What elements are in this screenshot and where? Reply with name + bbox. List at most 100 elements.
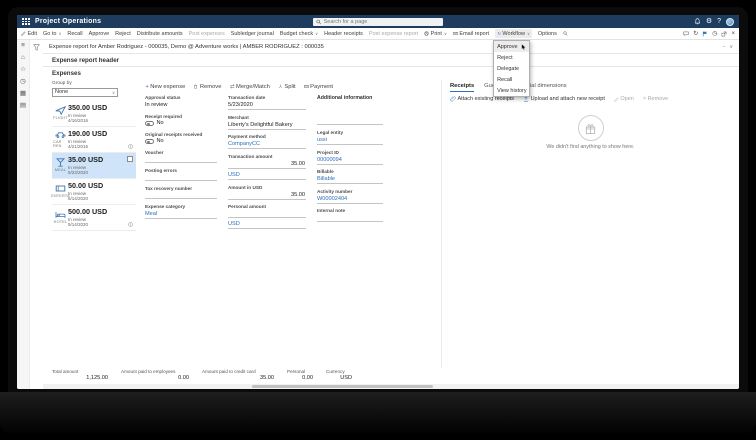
flag-icon[interactable] [702, 31, 708, 37]
popout-icon[interactable] [721, 31, 727, 37]
gear-icon[interactable]: ⚙ [706, 18, 712, 25]
car-rental-icon [55, 130, 66, 139]
app-launcher-waffle-icon[interactable] [22, 18, 30, 25]
subledger-journal-button[interactable]: Subledger journal [231, 31, 274, 37]
expense-list-panel: Group by None ∨ FLIGHT 350.00 USD In rev… [52, 80, 136, 368]
action-search-button[interactable] [563, 31, 568, 36]
merge-match-button[interactable]: ⇄Merge/Match [229, 84, 269, 90]
receipt-required-toggle[interactable]: No [145, 120, 217, 128]
print-icon [424, 31, 429, 36]
tax-recovery-input[interactable] [145, 192, 217, 200]
remove-expense-button[interactable]: Remove [193, 84, 221, 90]
home-icon[interactable]: ⌂ [21, 54, 25, 61]
user-avatar[interactable] [726, 18, 734, 26]
horizontal-scrollbar[interactable] [43, 384, 739, 389]
tab-receipts[interactable]: Receipts [450, 83, 474, 92]
project-id-input[interactable]: 00000094 [317, 156, 383, 165]
field-payment-method: Payment method CompanyCC [228, 134, 306, 149]
distribute-amounts-button[interactable]: Distribute amounts [137, 31, 183, 37]
internal-note-input[interactable] [317, 214, 383, 222]
field-posting-errors: Posting errors [145, 168, 217, 182]
posting-errors-input[interactable] [145, 174, 217, 182]
modules-list-icon[interactable]: ▤ [20, 102, 26, 109]
filter-funnel-icon[interactable] [33, 44, 40, 51]
group-by-select[interactable]: None ∨ [52, 88, 118, 97]
field-receipt-required: Receipt required No [145, 114, 217, 128]
billable-input[interactable]: Billable [317, 175, 383, 184]
totals-row: Total amount 1,125.00 Amount paid to emp… [43, 368, 739, 384]
info-icon[interactable] [128, 144, 133, 149]
workflow-menu-approve[interactable]: Approve [494, 41, 529, 52]
workflow-menu-view-history[interactable]: View history [494, 85, 529, 96]
help-icon[interactable]: ? [717, 18, 721, 25]
email-report-button[interactable]: Email report [453, 31, 489, 37]
minimize-icon[interactable]: – [723, 44, 726, 50]
empty-state-text: We didn't find anything to show here. [546, 144, 634, 150]
workflow-button[interactable]: ↻ Workflow∨ Approve Reject Delegate Reca… [495, 29, 532, 38]
history-clock-icon[interactable]: ◷ [712, 31, 717, 37]
expense-card-flight[interactable]: FLIGHT 350.00 USD In review 4/16/2016 [52, 101, 136, 127]
voucher-input[interactable] [145, 156, 217, 164]
original-receipts-toggle[interactable]: No [145, 138, 217, 146]
workflow-menu-reject[interactable]: Reject [494, 52, 529, 63]
card-checkbox[interactable] [127, 156, 133, 162]
payment-method-input[interactable]: CompanyCC [228, 140, 306, 149]
comment-icon[interactable] [683, 31, 689, 37]
search-input[interactable] [324, 19, 440, 25]
merchant-input[interactable]: Liberty's Delightful Bakery [228, 121, 306, 130]
receipts-panel: Receipts Guests Financial dimensions Att… [441, 80, 739, 368]
close-icon[interactable]: × [731, 31, 735, 37]
amount-in-usd-input[interactable]: 35.00 [228, 191, 306, 200]
budget-check-button[interactable]: Budget check∨ [280, 31, 318, 37]
workspaces-grid-icon[interactable]: ▦ [20, 90, 26, 97]
personal-amount-input[interactable] [228, 210, 306, 218]
print-button[interactable]: Print∨ [424, 31, 447, 37]
reject-button[interactable]: Reject [115, 31, 131, 37]
expense-card-hotel[interactable]: HOTEL 500.00 USD In review 5/14/2020 [52, 205, 136, 231]
merge-icon: ⇄ [230, 84, 235, 90]
expense-card-car-rental[interactable]: CAR REN 190.00 USD In review 4/21/2016 [52, 127, 136, 153]
total-amount-column: Total amount 1,125.00 [52, 369, 108, 381]
scrollbar-thumb[interactable] [252, 385, 433, 388]
legal-entity-input[interactable]: ussi [317, 136, 383, 145]
recall-button[interactable]: Recall [67, 31, 82, 37]
expense-report-header-section[interactable]: Expense report header [43, 53, 739, 67]
split-button[interactable]: Split [278, 84, 296, 90]
top-navbar: Project Operations ⚙ ? [17, 15, 739, 28]
workflow-menu-delegate[interactable]: Delegate [494, 63, 529, 74]
personal-currency-input[interactable]: USD [228, 220, 306, 229]
transaction-date-input[interactable]: 5/23/2020 [228, 101, 306, 110]
options-button[interactable]: Options [538, 31, 557, 37]
favorites-star-icon[interactable]: ☆ [20, 66, 26, 73]
upload-attach-receipt-button[interactable]: Upload and attach new receipt [523, 96, 605, 102]
expense-category-input[interactable]: Meal [145, 210, 217, 219]
edit-button[interactable]: Edit [21, 31, 37, 37]
refresh-icon[interactable]: ↻ [693, 31, 698, 37]
header-receipts-button[interactable]: Header receipts [324, 31, 363, 37]
info-icon[interactable] [128, 222, 133, 227]
payment-button[interactable]: Payment [304, 84, 333, 90]
field-project-id: Project ID 00000094 [317, 150, 383, 165]
expense-card-entertainment[interactable]: ENTERTA 50.00 USD In review 5/14/2020 [52, 179, 136, 205]
expense-card-meal-selected[interactable]: MEAL 35.00 USD In review 5/23/2020 [52, 153, 136, 179]
app-screen: Project Operations ⚙ ? Edit Go to∨ Recal… [17, 15, 739, 389]
hamburger-menu-icon[interactable]: ≡ [21, 42, 25, 49]
new-expense-button[interactable]: +New expense [145, 84, 185, 90]
search-icon [316, 19, 322, 25]
split-icon [278, 84, 283, 89]
go-to-button[interactable]: Go to∨ [43, 31, 61, 37]
record-title-row: Expense report for Amber Rodriguez - 000… [43, 40, 739, 53]
page-search-box[interactable] [313, 18, 443, 26]
activity-number-input[interactable]: W00002404 [317, 195, 383, 204]
chevron-down-icon[interactable]: ∨ [729, 44, 733, 50]
additional-notes-input[interactable] [317, 103, 383, 125]
recent-clock-icon[interactable]: ◷ [20, 78, 26, 85]
receipts-empty-state: We didn't find anything to show here. [450, 115, 731, 150]
workflow-menu-recall[interactable]: Recall [494, 74, 529, 85]
trash-icon [193, 84, 198, 89]
main-content: Expense report for Amber Rodriguez - 000… [43, 40, 739, 389]
transaction-currency-input[interactable]: USD [228, 171, 306, 180]
bell-icon[interactable] [694, 18, 701, 25]
transaction-amount-input[interactable]: 35.00 [228, 160, 306, 169]
approve-button[interactable]: Approve [89, 31, 110, 37]
